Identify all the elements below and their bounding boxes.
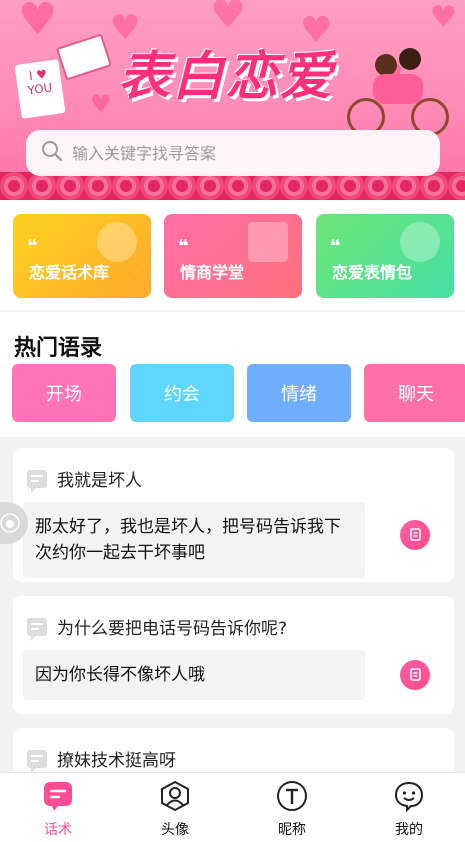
category-label: 情商学堂: [180, 263, 245, 282]
category-label: 恋爱话术库: [29, 263, 110, 282]
category-label: 恋爱表情包: [332, 263, 413, 282]
profile-icon: [392, 779, 426, 813]
quote-icon: ❝: [27, 236, 38, 257]
banner-title: 表白恋爱: [118, 47, 335, 107]
question-text: 撩妹技术挺高呀: [57, 751, 176, 771]
heart-icon: ♥: [90, 90, 112, 118]
search-input[interactable]: [72, 143, 412, 163]
tab-scripts[interactable]: 话术: [18, 779, 98, 839]
tab-label: 头像: [161, 822, 189, 838]
hot-quotes-section: 热门语录 开场 约会 情绪 聊天: [0, 312, 465, 437]
chat-icon: [41, 779, 75, 813]
copy-button[interactable]: [400, 520, 430, 550]
category-love-script-library[interactable]: ❝ 恋爱话术库: [13, 214, 151, 298]
heart-icon: ♥: [430, 0, 457, 35]
smile-bubble-icon: [97, 222, 137, 262]
surprised-face-icon: [400, 222, 440, 262]
question-text: 为什么要把电话号码告诉你呢?: [57, 619, 288, 639]
tag-emotion[interactable]: 情绪: [247, 364, 351, 422]
bug-icon: [0, 513, 20, 533]
qa-card: 为什么要把电话号码告诉你呢? 因为你长得不像坏人哦: [13, 596, 454, 714]
rose-border: [0, 172, 465, 200]
tab-profile[interactable]: 我的: [369, 779, 449, 839]
copy-icon: [410, 668, 421, 681]
answer-text: 因为你长得不像坏人哦: [23, 650, 365, 700]
tag-dating[interactable]: 约会: [130, 364, 234, 422]
tag-chat[interactable]: 聊天: [364, 364, 465, 422]
envelope-icon: [55, 33, 113, 81]
message-icon: [27, 617, 47, 641]
avatar-icon: [158, 779, 192, 813]
tab-label: 话术: [44, 822, 72, 838]
copy-icon: [410, 528, 421, 541]
message-icon: [27, 469, 47, 493]
tab-label: 昵称: [278, 822, 306, 838]
tab-label: 我的: [395, 822, 423, 838]
question-text: 我就是坏人: [57, 471, 142, 491]
love-card: I ♥ YOU: [14, 59, 66, 119]
heart-icon: ♥: [18, 0, 58, 45]
category-section: ❝ 恋爱话术库 ❝ 情商学堂 ❝ 恋爱表情包: [0, 200, 465, 310]
message-icon: [27, 749, 47, 773]
tag-opening[interactable]: 开场: [12, 364, 116, 422]
section-title: 热门语录: [14, 336, 103, 361]
quote-icon: ❝: [178, 236, 189, 257]
answer-text: 那太好了，我也是坏人，把号码告诉我下次约你一起去干坏事吧: [23, 502, 365, 578]
heart-icon: ♥: [210, 0, 246, 38]
couple-on-bike-illustration: [345, 40, 455, 140]
copy-button[interactable]: [400, 660, 430, 690]
t-letter-icon: [275, 779, 309, 813]
qa-card: 我就是坏人 那太好了，我也是坏人，把号码告诉我下次约你一起去干坏事吧: [13, 448, 454, 582]
search-bar[interactable]: [26, 130, 440, 176]
bottom-tab-bar: 话术 头像 昵称 我的: [0, 772, 465, 842]
school-icon: [248, 222, 288, 262]
search-icon: [40, 139, 64, 167]
tab-nickname[interactable]: 昵称: [252, 779, 332, 839]
tab-avatar[interactable]: 头像: [135, 779, 215, 839]
category-eq-school[interactable]: ❝ 情商学堂: [164, 214, 302, 298]
quote-icon: ❝: [330, 236, 341, 257]
category-love-stickers[interactable]: ❝ 恋爱表情包: [316, 214, 454, 298]
